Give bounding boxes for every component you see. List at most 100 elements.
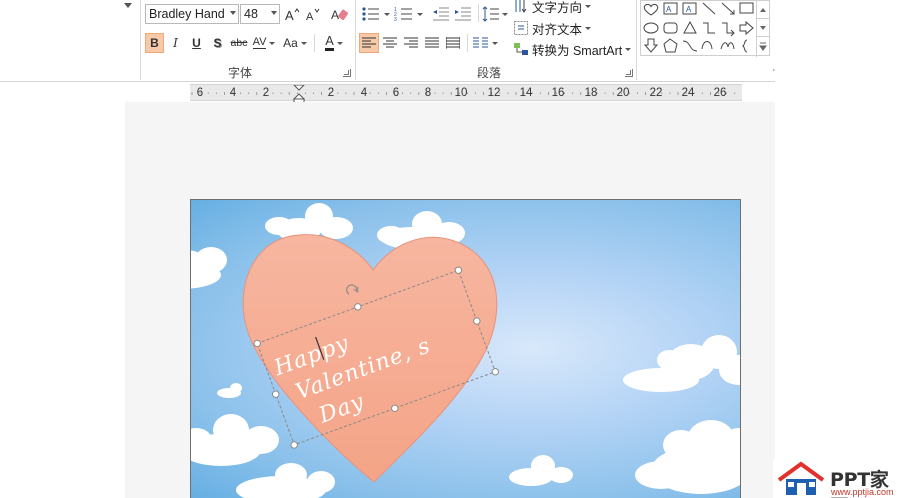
increase-font-size-button[interactable]: A xyxy=(283,4,301,24)
ruler-label: 18 xyxy=(584,87,598,99)
bold-button[interactable]: B xyxy=(145,33,164,53)
bold-label: B xyxy=(150,36,159,50)
distribute-icon xyxy=(446,37,460,49)
chevron-down-icon xyxy=(585,4,592,8)
text-direction-button[interactable]: 文字方向 xyxy=(513,0,592,16)
align-right-button[interactable] xyxy=(401,33,421,53)
text-box-shape-icon: A xyxy=(663,2,678,15)
shrink-font-icon: A xyxy=(306,8,320,22)
convert-to-smartart-button[interactable]: 转换为 SmartArt xyxy=(513,39,632,59)
italic-button[interactable]: I xyxy=(167,33,184,53)
paragraph-dialog-launcher-icon[interactable] xyxy=(625,69,633,77)
slide[interactable]: Happy Valentine, s Day xyxy=(190,199,741,498)
svg-text:3: 3 xyxy=(394,17,397,22)
strikethrough-button[interactable]: abc xyxy=(229,33,249,53)
chevron-down-icon[interactable] xyxy=(271,11,277,15)
down-arrow-shape-icon xyxy=(643,38,659,53)
ruler-label: 4 xyxy=(229,87,237,99)
svg-text:A: A xyxy=(306,11,314,22)
justify-button[interactable] xyxy=(422,33,442,53)
columns-button[interactable] xyxy=(471,33,499,53)
svg-text:A: A xyxy=(285,8,294,22)
cloud-bottom-left-2 xyxy=(236,463,335,498)
left-brace-shape-icon xyxy=(741,39,748,53)
line-spacing-icon xyxy=(482,6,499,22)
line-spacing-button[interactable] xyxy=(482,4,508,24)
cloud-right xyxy=(623,335,740,392)
vertical-text-box-shape-icon: A xyxy=(682,2,697,15)
curved-connector-2-shape-icon xyxy=(701,41,713,50)
align-right-icon xyxy=(404,37,418,48)
ruler-label: 22 xyxy=(649,87,663,99)
font-size-combo[interactable]: 48 xyxy=(240,4,280,24)
underline-button[interactable]: U xyxy=(188,33,205,53)
underline-label: U xyxy=(192,36,201,50)
chevron-down-icon xyxy=(416,12,423,16)
distributed-button[interactable] xyxy=(443,33,463,53)
chevron-down-icon[interactable] xyxy=(230,11,236,15)
divider xyxy=(314,34,315,52)
freeform-shape-icon xyxy=(720,42,735,50)
line-arrow-shape-icon xyxy=(721,2,735,15)
rounded-rectangle-shape-icon xyxy=(663,22,678,34)
eraser-icon: A xyxy=(331,8,349,22)
gallery-scroll-up-button[interactable] xyxy=(757,1,769,19)
chevron-down-icon xyxy=(585,26,592,30)
ribbon-scroll-up-icon[interactable] xyxy=(122,0,134,12)
font-color-button[interactable]: A xyxy=(320,33,348,53)
line-shape-icon xyxy=(702,2,716,15)
ruler-label: 2 xyxy=(327,87,335,99)
chevron-down-icon xyxy=(502,12,508,16)
svg-text:A: A xyxy=(686,5,692,14)
resize-handle xyxy=(272,390,280,398)
align-text-icon xyxy=(514,21,528,35)
font-size-value: 48 xyxy=(244,7,258,21)
align-text-label: 对齐文本 xyxy=(532,22,583,37)
ruler-label: 10 xyxy=(454,87,468,99)
justify-icon xyxy=(425,37,439,48)
bullets-button[interactable] xyxy=(360,4,390,24)
character-spacing-button[interactable]: AV xyxy=(251,33,277,53)
gallery-scroll-down-button[interactable] xyxy=(757,19,769,37)
triangle-shape-icon xyxy=(683,20,697,34)
align-center-button[interactable] xyxy=(380,33,400,53)
grow-font-icon: A xyxy=(285,8,300,22)
watermark-url: www.pptjia.com xyxy=(831,487,894,497)
gallery-more-button[interactable] xyxy=(757,37,769,55)
rectangle-shape-icon xyxy=(739,2,754,14)
ruler-label: 2 xyxy=(262,87,270,99)
numbering-button[interactable]: 123 xyxy=(393,4,423,24)
ruler-label: 12 xyxy=(487,87,501,99)
font-color-label: A xyxy=(325,35,334,51)
align-left-icon xyxy=(362,37,376,48)
chevron-down-icon xyxy=(336,41,343,45)
shadow-label: S xyxy=(213,36,222,50)
ruler-label: 6 xyxy=(392,87,400,99)
align-left-button[interactable] xyxy=(359,33,379,53)
change-case-button[interactable]: Aa xyxy=(281,33,309,53)
ruler-label: 24 xyxy=(681,87,695,99)
chevron-down-icon xyxy=(269,41,276,45)
font-name-combo[interactable]: Bradley Hand xyxy=(145,4,239,24)
font-dialog-launcher-icon[interactable] xyxy=(343,69,351,77)
group-divider xyxy=(636,0,637,80)
decrease-font-size-button[interactable]: A xyxy=(304,4,322,24)
ruler-label: 4 xyxy=(360,87,368,99)
svg-text:A: A xyxy=(331,8,339,22)
right-arrow-shape-icon xyxy=(739,20,754,36)
text-shadow-button[interactable]: S xyxy=(209,33,226,53)
resize-handle xyxy=(290,441,298,449)
bullet-list-icon xyxy=(361,7,379,21)
chevron-down-icon xyxy=(625,47,632,51)
heart-shape-icon xyxy=(643,3,659,16)
horizontal-ruler[interactable]: 6 4 2 2 4 6 8 10 12 14 16 18 20 22 24 26 xyxy=(190,84,742,104)
decrease-indent-button[interactable] xyxy=(431,4,451,24)
shapes-gallery-scrollbar[interactable] xyxy=(756,1,769,57)
ruler-label: 8 xyxy=(424,87,432,99)
indent-icon xyxy=(455,7,471,21)
svg-text:A: A xyxy=(666,5,672,14)
clear-formatting-button[interactable]: A xyxy=(330,4,350,24)
increase-indent-button[interactable] xyxy=(453,4,473,24)
align-text-button[interactable]: 对齐文本 xyxy=(513,18,592,38)
curved-connector-shape-icon xyxy=(682,40,698,52)
